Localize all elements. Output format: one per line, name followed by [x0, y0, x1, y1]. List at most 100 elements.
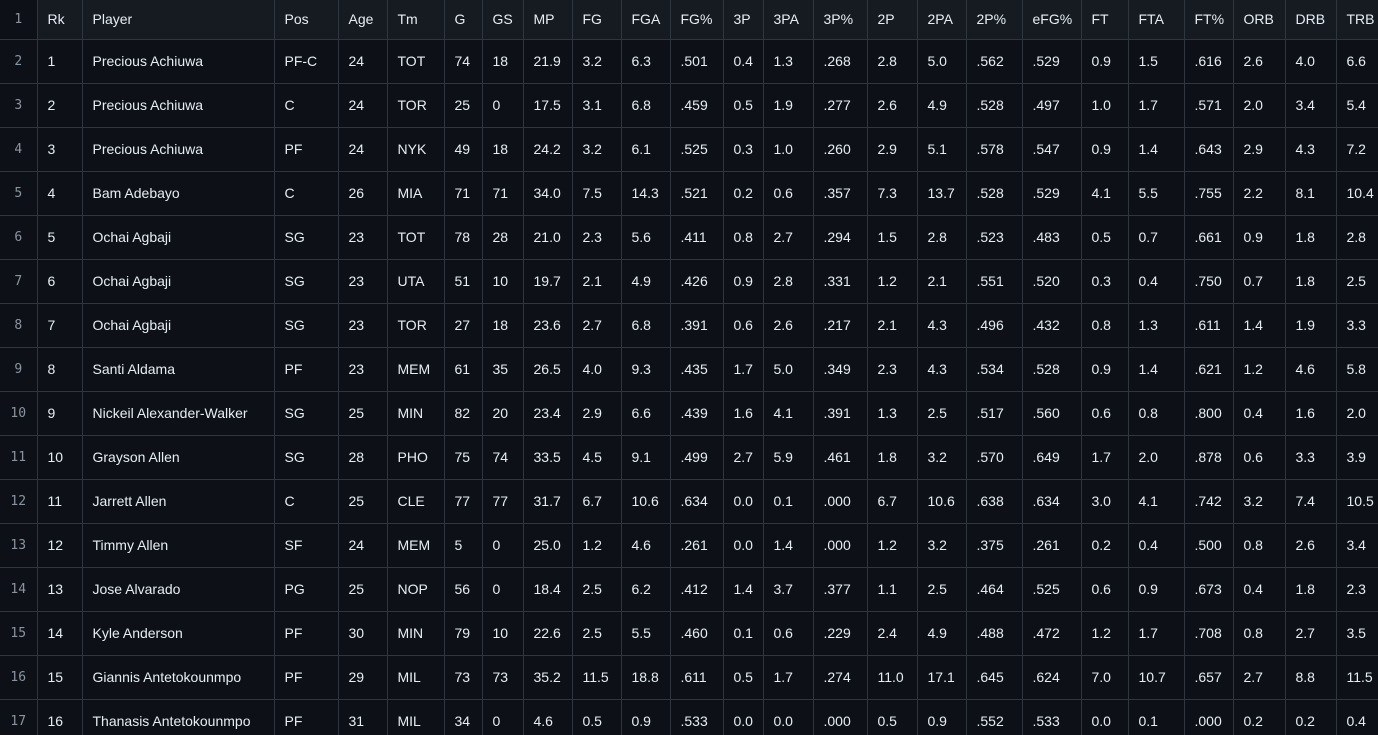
- table-cell[interactable]: 77: [444, 479, 483, 524]
- table-cell[interactable]: .521: [670, 171, 724, 216]
- table-cell[interactable]: 3.2: [1233, 479, 1286, 524]
- row-number[interactable]: 3: [0, 83, 38, 128]
- table-cell[interactable]: 6: [37, 259, 83, 304]
- table-cell[interactable]: 13: [37, 567, 83, 612]
- table-cell[interactable]: 49: [444, 127, 483, 172]
- table-cell[interactable]: .529: [1022, 171, 1082, 216]
- table-cell[interactable]: .357: [813, 171, 868, 216]
- table-cell[interactable]: 0.4: [1336, 699, 1378, 735]
- table-cell[interactable]: 0.3: [1081, 259, 1129, 304]
- row-number[interactable]: 16: [0, 655, 38, 700]
- table-cell[interactable]: 3.3: [1336, 303, 1378, 348]
- table-cell[interactable]: 1.2: [867, 259, 918, 304]
- table-cell[interactable]: 21.9: [523, 39, 573, 84]
- table-cell[interactable]: .534: [966, 347, 1023, 392]
- table-cell[interactable]: 25: [338, 479, 388, 524]
- table-cell[interactable]: .616: [1184, 39, 1234, 84]
- table-cell[interactable]: 1.0: [1081, 83, 1129, 128]
- table-cell[interactable]: 31: [338, 699, 388, 735]
- table-cell[interactable]: 4.0: [1285, 39, 1337, 84]
- row-number[interactable]: 9: [0, 347, 38, 392]
- table-cell[interactable]: 0.4: [1233, 391, 1286, 436]
- table-cell[interactable]: .878: [1184, 435, 1234, 480]
- row-number[interactable]: 12: [0, 479, 38, 524]
- table-cell[interactable]: 1.7: [1128, 83, 1185, 128]
- column-header-tm[interactable]: Tm: [387, 0, 445, 40]
- table-cell[interactable]: 0.6: [1081, 391, 1129, 436]
- column-header-pos[interactable]: Pos: [274, 0, 339, 40]
- table-cell[interactable]: 0.1: [763, 479, 814, 524]
- table-cell[interactable]: SG: [274, 215, 339, 260]
- table-row[interactable]: 5 4 Bam Adebayo C 26 MIA 71 71 34.0 7.5 14.3.521 0.…: [0, 171, 1378, 216]
- table-cell[interactable]: SG: [274, 303, 339, 348]
- table-cell[interactable]: 0.5: [572, 699, 622, 735]
- table-cell[interactable]: 23: [338, 259, 388, 304]
- table-cell[interactable]: .229: [813, 611, 868, 656]
- table-cell[interactable]: MIL: [387, 655, 445, 700]
- table-cell[interactable]: 1.7: [1081, 435, 1129, 480]
- table-cell[interactable]: 2.7: [572, 303, 622, 348]
- table-cell[interactable]: .412: [670, 567, 724, 612]
- table-cell[interactable]: 2.5: [572, 567, 622, 612]
- column-header-fg[interactable]: FG: [572, 0, 622, 40]
- table-cell[interactable]: 0: [482, 567, 524, 612]
- table-cell[interactable]: 0.0: [723, 699, 764, 735]
- table-cell[interactable]: .294: [813, 215, 868, 260]
- table-cell[interactable]: 0.0: [763, 699, 814, 735]
- table-cell[interactable]: 2.5: [572, 611, 622, 656]
- table-cell[interactable]: .611: [670, 655, 724, 700]
- table-cell[interactable]: .552: [966, 699, 1023, 735]
- table-cell[interactable]: 2.7: [723, 435, 764, 480]
- table-cell[interactable]: 71: [444, 171, 483, 216]
- table-cell[interactable]: 2.7: [1233, 655, 1286, 700]
- table-cell[interactable]: SG: [274, 259, 339, 304]
- table-cell[interactable]: 1.5: [1128, 39, 1185, 84]
- table-cell[interactable]: .533: [1022, 699, 1082, 735]
- table-cell[interactable]: 10.6: [917, 479, 967, 524]
- table-cell[interactable]: 34.0: [523, 171, 573, 216]
- table-cell[interactable]: 1.0: [763, 127, 814, 172]
- table-cell[interactable]: 3.2: [572, 127, 622, 172]
- table-cell[interactable]: 10.6: [621, 479, 671, 524]
- table-cell[interactable]: 4.1: [1081, 171, 1129, 216]
- table-cell[interactable]: .426: [670, 259, 724, 304]
- table-cell[interactable]: 4.6: [523, 699, 573, 735]
- table-cell[interactable]: 24: [338, 127, 388, 172]
- table-cell[interactable]: TOT: [387, 39, 445, 84]
- row-number[interactable]: 5: [0, 171, 38, 216]
- table-cell[interactable]: PF: [274, 347, 339, 392]
- table-cell[interactable]: 8.8: [1285, 655, 1337, 700]
- table-cell[interactable]: 23.4: [523, 391, 573, 436]
- table-cell[interactable]: .638: [966, 479, 1023, 524]
- table-cell[interactable]: 35: [482, 347, 524, 392]
- table-cell[interactable]: 0.2: [1285, 699, 1337, 735]
- table-cell[interactable]: 51: [444, 259, 483, 304]
- table-cell[interactable]: PF: [274, 699, 339, 735]
- table-cell[interactable]: 1.2: [1233, 347, 1286, 392]
- table-cell[interactable]: MIN: [387, 611, 445, 656]
- table-cell[interactable]: .261: [670, 523, 724, 568]
- table-cell[interactable]: 10.7: [1128, 655, 1185, 700]
- table-cell[interactable]: MIN: [387, 391, 445, 436]
- column-header-fta[interactable]: FTA: [1128, 0, 1185, 40]
- table-cell[interactable]: 35.2: [523, 655, 573, 700]
- table-row[interactable]: 9 8 Santi Aldama PF 23 MEM 61 35 26.5 4.0 9.3.435 1…: [0, 347, 1378, 392]
- table-cell[interactable]: 2.5: [917, 391, 967, 436]
- table-cell[interactable]: 0.5: [723, 83, 764, 128]
- table-row[interactable]: 15 14 Kyle Anderson PF 30 MIN 79 10 22.6 2.5 5.5.4…: [0, 611, 1378, 656]
- table-cell[interactable]: 28: [338, 435, 388, 480]
- table-cell[interactable]: .634: [670, 479, 724, 524]
- table-row[interactable]: 17 16 Thanasis Antetokounmpo PF 31 MIL 34 0 4.6 0…: [0, 699, 1378, 735]
- table-cell[interactable]: .349: [813, 347, 868, 392]
- table-row[interactable]: 8 7 Ochai Agbaji SG 23 TOR 27 18 23.6 2.7 6.8.391 0…: [0, 303, 1378, 348]
- table-cell[interactable]: 1.4: [1233, 303, 1286, 348]
- column-header-3pa[interactable]: 3PA: [763, 0, 814, 40]
- table-cell[interactable]: .497: [1022, 83, 1082, 128]
- table-cell[interactable]: 1.2: [1081, 611, 1129, 656]
- table-cell[interactable]: .261: [1022, 523, 1082, 568]
- table-cell[interactable]: 4.1: [1128, 479, 1185, 524]
- table-cell[interactable]: .517: [966, 391, 1023, 436]
- table-cell[interactable]: 1.1: [867, 567, 918, 612]
- table-cell[interactable]: 3: [37, 127, 83, 172]
- table-cell[interactable]: 75: [444, 435, 483, 480]
